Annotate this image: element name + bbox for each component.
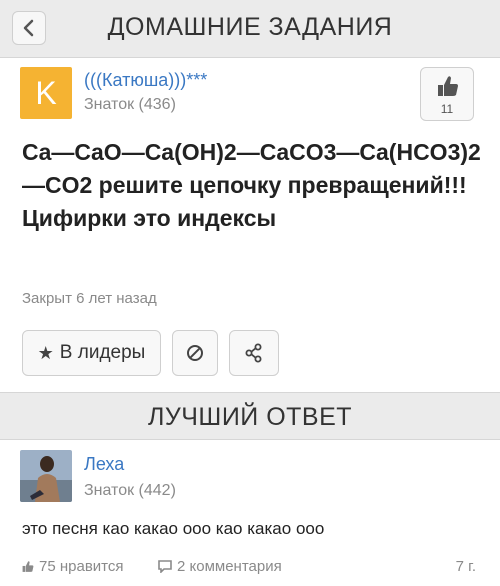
answer-likes-label: 75 нравится <box>39 558 124 575</box>
avatar[interactable]: K <box>20 67 72 119</box>
answer-age: 7 г. <box>455 558 476 575</box>
top-bar: ДОМАШНИЕ ЗАДАНИЯ <box>0 0 500 58</box>
answer-footer: 75 нравится 2 комментария 7 г. <box>0 556 500 580</box>
answer-comments-label: 2 комментария <box>177 558 282 575</box>
thumbs-up-icon <box>438 76 458 96</box>
author-name[interactable]: (((Катюша)))*** <box>84 70 207 91</box>
to-leaders-label: В лидеры <box>59 342 146 363</box>
answer-likes[interactable]: 75 нравится <box>22 558 124 575</box>
like-button[interactable]: 11 <box>420 67 474 121</box>
author-rank: Знаток (436) <box>84 96 176 113</box>
answer-text: это песня као какао ооо као какао ооо <box>22 519 325 538</box>
question-status: Закрыт 6 лет назад <box>22 290 157 307</box>
answer-author-name[interactable]: Леха <box>84 454 124 475</box>
star-icon: ★ <box>37 342 54 363</box>
block-icon <box>187 345 203 361</box>
question-author: K (((Катюша)))*** Знаток (436) 11 <box>0 58 500 128</box>
chevron-left-icon <box>23 19 34 37</box>
answer-comments[interactable]: 2 комментария <box>158 558 282 575</box>
thumbs-up-icon <box>22 561 34 572</box>
question-text: Ca—CaO—Ca(OH)2—CaCO3—Ca(HCO3)2—CO2 решит… <box>22 139 481 231</box>
like-count: 11 <box>440 102 454 116</box>
best-answer-header: ЛУЧШИЙ ОТВЕТ <box>0 392 500 440</box>
back-button[interactable] <box>12 11 46 45</box>
answer-author-rank: Знаток (442) <box>84 482 176 499</box>
to-leaders-button[interactable]: ★ В лидеры <box>22 330 161 376</box>
comment-icon <box>158 560 172 573</box>
person-photo-icon <box>20 450 72 502</box>
share-icon <box>245 343 262 363</box>
page-title: ДОМАШНИЕ ЗАДАНИЯ <box>107 13 393 41</box>
answer-author-avatar[interactable] <box>20 450 72 502</box>
share-button[interactable] <box>229 330 279 376</box>
report-button[interactable] <box>172 330 218 376</box>
